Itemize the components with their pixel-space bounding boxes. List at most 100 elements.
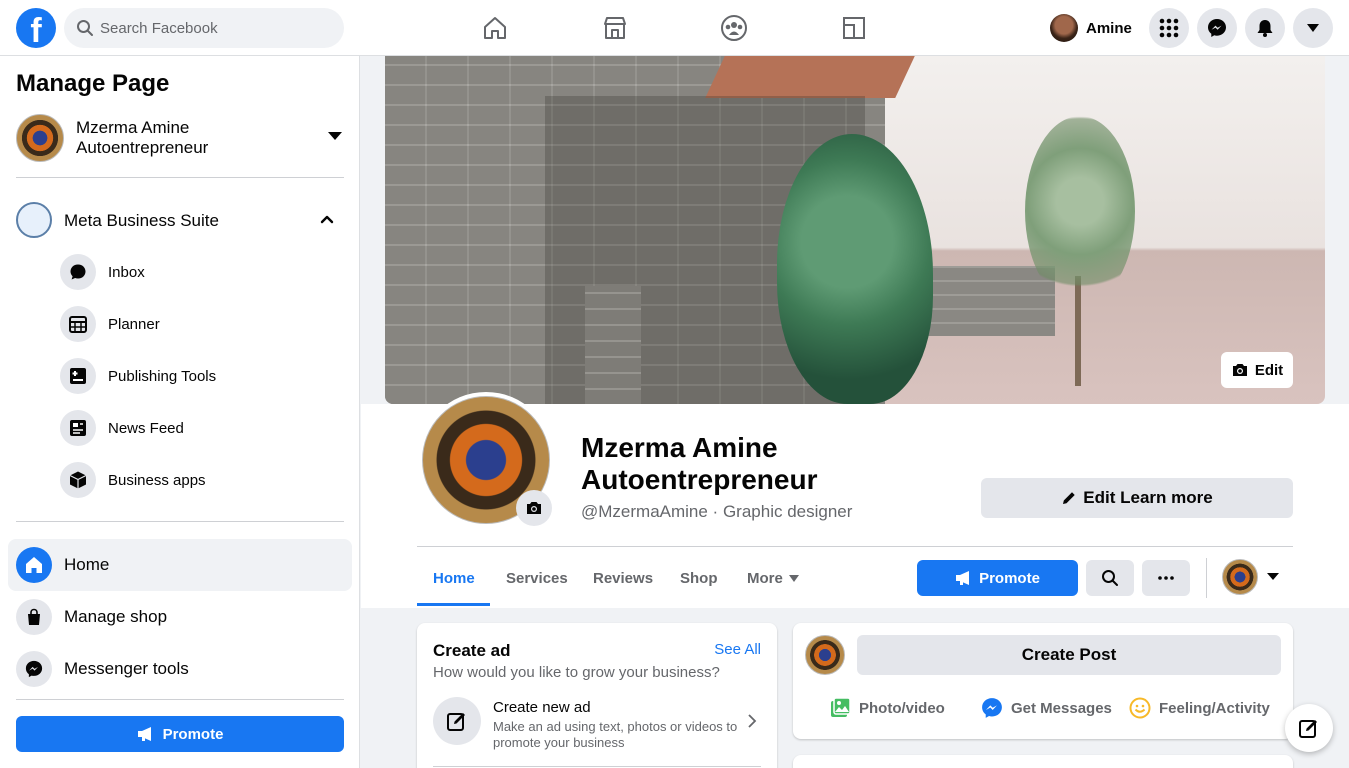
promote-label: Promote xyxy=(162,725,224,743)
ellipsis-icon xyxy=(1158,576,1174,580)
sidebar-item-label: Home xyxy=(64,555,110,574)
sidebar-item-label: Planner xyxy=(108,316,160,333)
nav-home-icon[interactable] xyxy=(445,8,545,48)
divider xyxy=(417,546,1293,547)
menu-grid-icon[interactable] xyxy=(1149,8,1189,48)
photo-icon xyxy=(831,697,851,717)
sidebar-item-home[interactable]: Home xyxy=(8,539,352,591)
compose-icon xyxy=(1299,720,1317,738)
photo-video-button[interactable]: Photo/video xyxy=(829,693,945,723)
see-all-link[interactable]: See All xyxy=(714,641,761,658)
page-handle-category: @MzermaAmine · Graphic designer xyxy=(581,502,853,521)
profile-name: Amine xyxy=(1086,19,1132,37)
search-bar[interactable] xyxy=(64,8,344,48)
messenger-icon xyxy=(982,698,1002,718)
megaphone-icon xyxy=(137,727,151,741)
sidebar-item-publishing-tools[interactable]: Publishing Tools xyxy=(60,358,340,394)
sidebar-item-business-apps[interactable]: Business apps xyxy=(60,462,340,498)
tab-more[interactable]: More xyxy=(731,560,815,596)
chevron-right-icon xyxy=(748,714,757,728)
messenger-icon[interactable] xyxy=(1197,8,1237,48)
nav-gaming-icon[interactable] xyxy=(804,8,904,48)
get-messages-label: Get Messages xyxy=(1011,699,1112,717)
sidebar-item-inbox[interactable]: Inbox xyxy=(60,254,340,290)
new-message-button[interactable] xyxy=(1285,704,1333,752)
update-profile-picture-camera-icon[interactable] xyxy=(516,490,552,526)
divider xyxy=(16,699,344,700)
caret-down-icon xyxy=(788,574,799,582)
create-post-button[interactable]: Create Post xyxy=(857,635,1281,675)
edit-square-icon xyxy=(433,697,481,745)
sidebar-item-label: News Feed xyxy=(108,420,184,437)
tab-shop[interactable]: Shop xyxy=(664,560,734,596)
sidebar-item-planner[interactable]: Planner xyxy=(60,306,340,342)
sidebar-item-label: Manage shop xyxy=(64,607,168,626)
page-switcher-dropdown[interactable] xyxy=(1222,558,1282,596)
notifications-icon[interactable] xyxy=(1245,8,1285,48)
pencil-icon xyxy=(1063,492,1075,504)
page-title: Mzerma Amine Autoentrepreneur xyxy=(581,432,818,495)
search-input[interactable] xyxy=(100,8,330,48)
page-logo-avatar xyxy=(1222,559,1258,595)
create-ad-question: How would you like to grow your business… xyxy=(433,664,720,681)
page-switcher[interactable]: Mzerma Amine Autoentrepreneur xyxy=(16,112,344,162)
get-messages-button[interactable]: Get Messages xyxy=(981,693,1112,723)
chat-icon xyxy=(60,254,96,290)
sidebar-item-news-feed[interactable]: News Feed xyxy=(60,410,340,446)
megaphone-icon xyxy=(956,571,970,585)
news-feed-icon xyxy=(60,410,96,446)
edit-cover-button[interactable]: Edit xyxy=(1221,352,1293,388)
account-caret-icon[interactable] xyxy=(1293,8,1333,48)
create-new-ad-description: Make an ad using text, photos or videos … xyxy=(493,719,738,750)
tab-label: Services xyxy=(506,569,568,587)
sidebar-item-label: Messenger tools xyxy=(64,659,189,678)
sidebar-item-messenger-tools[interactable]: Messenger tools xyxy=(8,643,352,695)
chevron-down-icon xyxy=(328,132,342,140)
photo-video-label: Photo/video xyxy=(859,699,945,717)
page-logo-avatar xyxy=(16,114,64,162)
promote-button[interactable]: Promote xyxy=(16,716,344,752)
meta-business-suite-toggle[interactable]: Meta Business Suite xyxy=(16,202,344,238)
top-navigation-bar: f Amine xyxy=(0,0,1349,56)
edit-cover-label: Edit xyxy=(1254,361,1284,379)
sidebar-title: Manage Page xyxy=(16,70,170,97)
tab-services[interactable]: Services xyxy=(490,560,584,596)
divider xyxy=(1206,558,1207,598)
camera-icon xyxy=(1232,364,1247,376)
sidebar-item-label: Business apps xyxy=(108,472,206,489)
sidebar-item-manage-shop[interactable]: Manage shop xyxy=(8,591,352,643)
caret-down-icon xyxy=(1267,573,1279,580)
create-new-ad-title: Create new ad xyxy=(493,699,591,716)
search-icon xyxy=(77,20,93,36)
facebook-logo-icon[interactable]: f xyxy=(16,8,56,48)
feeling-activity-button[interactable]: Feeling/Activity xyxy=(1129,693,1270,723)
search-page-button[interactable] xyxy=(1086,560,1134,596)
nav-groups-icon[interactable] xyxy=(684,8,784,48)
user-avatar xyxy=(1050,14,1078,42)
edit-learn-more-button[interactable]: Edit Learn more xyxy=(981,478,1293,518)
promote-button[interactable]: Promote xyxy=(917,560,1078,596)
create-ad-card: Create ad See All How would you like to … xyxy=(417,623,777,768)
divider xyxy=(16,521,344,522)
publishing-icon xyxy=(60,358,96,394)
create-ad-title: Create ad xyxy=(433,641,511,660)
home-icon xyxy=(16,547,52,583)
meta-business-suite-icon xyxy=(16,202,52,238)
page-logo-avatar xyxy=(805,635,845,675)
search-icon xyxy=(1102,570,1118,586)
cover-photo xyxy=(385,56,1325,404)
smiley-icon xyxy=(1129,697,1151,719)
tab-label: Home xyxy=(433,569,475,587)
active-tab-indicator xyxy=(417,603,490,606)
next-card xyxy=(793,755,1293,768)
tab-home[interactable]: Home xyxy=(417,560,491,596)
box-icon xyxy=(60,462,96,498)
create-post-card: Create Post Photo/video Get Messages Fee… xyxy=(793,623,1293,739)
profile-chip[interactable]: Amine xyxy=(1050,10,1142,46)
more-options-button[interactable] xyxy=(1142,560,1190,596)
nav-marketplace-icon[interactable] xyxy=(565,8,665,48)
create-new-ad-item[interactable]: Create new ad Make an ad using text, pho… xyxy=(433,697,761,753)
calendar-icon xyxy=(60,306,96,342)
sidebar-item-label: Inbox xyxy=(108,264,145,281)
tab-reviews[interactable]: Reviews xyxy=(577,560,669,596)
